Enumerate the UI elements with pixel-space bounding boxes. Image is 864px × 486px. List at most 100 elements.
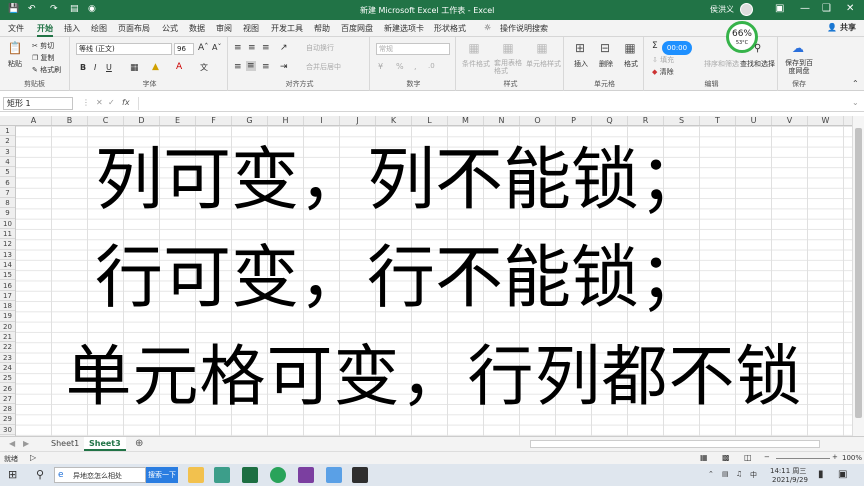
currency-icon[interactable]: ¥ xyxy=(378,62,383,71)
align-middle-icon[interactable]: ≡ xyxy=(248,43,256,53)
search-icon[interactable]: ⚲ xyxy=(36,468,44,481)
minimize-icon[interactable]: — xyxy=(800,3,810,14)
font-size-select[interactable]: 96 xyxy=(174,43,194,55)
tab-formulas[interactable]: 公式 xyxy=(162,23,178,34)
align-left-icon[interactable]: ≡ xyxy=(234,62,242,72)
zoom-slider[interactable] xyxy=(776,458,830,459)
text-line-2[interactable]: 行可变，行不能锁； xyxy=(16,244,786,314)
cell-styles-button[interactable]: 单元格样式 xyxy=(526,59,561,69)
col-header[interactable]: A xyxy=(16,116,52,125)
tab-insert[interactable]: 插入 xyxy=(64,23,80,34)
taskbar-search-button[interactable]: 搜索一下 xyxy=(146,467,178,483)
action-center-icon[interactable]: ▣ xyxy=(838,469,847,480)
row-header[interactable]: 13 xyxy=(0,250,15,260)
align-bottom-icon[interactable]: ≡ xyxy=(262,43,270,53)
timer-badge[interactable]: 00:00 xyxy=(662,41,692,55)
insert-cells-button[interactable]: 插入 xyxy=(574,59,588,69)
wechat-icon[interactable] xyxy=(270,467,286,483)
col-header[interactable]: J xyxy=(340,116,376,125)
tab-view[interactable]: 视图 xyxy=(243,23,259,34)
row-header[interactable]: 12 xyxy=(0,239,15,250)
row-header[interactable]: 24 xyxy=(0,363,15,374)
windows-start-icon[interactable]: ⊞ xyxy=(8,468,17,481)
enter-icon[interactable]: ✓ xyxy=(108,98,115,107)
row-header[interactable]: 2 xyxy=(0,136,15,147)
cell-grid[interactable]: 列可变，列不能锁； 行可变，行不能锁； 单元格可变，行列都不锁 xyxy=(16,126,852,436)
col-header[interactable]: S xyxy=(664,116,700,125)
vertical-scrollbar[interactable] xyxy=(852,116,864,436)
camera-icon[interactable]: ◉ xyxy=(88,4,96,14)
scroll-thumb[interactable] xyxy=(855,128,862,418)
row-header[interactable]: 6 xyxy=(0,178,15,188)
tab-developer[interactable]: 开发工具 xyxy=(271,23,303,34)
col-header[interactable]: I xyxy=(304,116,340,125)
row-header[interactable]: 21 xyxy=(0,332,15,343)
underline-button[interactable]: U xyxy=(106,63,112,72)
save-baidu-button[interactable]: 保存到百度网盘 xyxy=(784,59,814,75)
col-header[interactable]: T xyxy=(700,116,736,125)
col-header[interactable]: V xyxy=(772,116,808,125)
collapse-ribbon-icon[interactable]: ⌃ xyxy=(852,79,859,88)
sheet-tab-sheet3[interactable]: Sheet3 xyxy=(84,437,126,451)
col-header[interactable]: G xyxy=(232,116,268,125)
tab-baidu[interactable]: 百度网盘 xyxy=(341,23,373,34)
file-explorer-icon[interactable] xyxy=(188,467,204,483)
col-header[interactable]: L xyxy=(412,116,448,125)
add-sheet-icon[interactable]: ⊕ xyxy=(130,437,148,451)
percent-icon[interactable]: % xyxy=(396,62,404,71)
user-name[interactable]: 侯洪义 xyxy=(710,4,734,15)
ribbon-display-icon[interactable]: ▣ xyxy=(775,3,784,14)
col-header[interactable]: D xyxy=(124,116,160,125)
fx-button[interactable]: fx xyxy=(122,98,130,107)
col-header[interactable]: U xyxy=(736,116,772,125)
row-header[interactable]: 26 xyxy=(0,384,15,394)
format-painter-button[interactable]: ✎ 格式刷 xyxy=(32,65,61,75)
delete-cells-button[interactable]: 删除 xyxy=(599,59,613,69)
font-name-select[interactable]: 等线 (正文) xyxy=(76,43,172,55)
row-header[interactable]: 14 xyxy=(0,260,15,271)
row-header[interactable]: 1 xyxy=(0,126,15,137)
taskbar-search-box[interactable]: e 异地恋怎么相处 xyxy=(54,467,146,483)
close-icon[interactable]: ✕ xyxy=(846,3,854,14)
number-format-select[interactable]: 常规 xyxy=(376,43,450,55)
page-break-view-icon[interactable]: ◫ xyxy=(744,453,752,462)
fill-color-icon[interactable]: ▲ xyxy=(152,62,159,72)
cancel-icon[interactable]: ✕ xyxy=(96,98,103,107)
row-header[interactable]: 16 xyxy=(0,281,15,291)
share-button[interactable]: 👤 共享 xyxy=(827,22,856,33)
row-header[interactable]: 18 xyxy=(0,301,15,312)
zoom-out-icon[interactable]: − xyxy=(764,453,770,461)
row-header[interactable]: 29 xyxy=(0,414,15,425)
sheet-tab-sheet1[interactable]: Sheet1 xyxy=(46,437,84,451)
align-center-icon[interactable]: ≡ xyxy=(246,61,256,71)
row-header[interactable]: 19 xyxy=(0,311,15,322)
grow-font-icon[interactable]: Aˆ xyxy=(198,43,209,53)
row-header[interactable]: 4 xyxy=(0,157,15,168)
tell-me-search[interactable]: 操作说明搜索 xyxy=(500,23,548,34)
tab-help[interactable]: 帮助 xyxy=(314,23,330,34)
col-header[interactable]: E xyxy=(160,116,196,125)
text-line-1[interactable]: 列可变，列不能锁； xyxy=(16,146,786,216)
tab-home[interactable]: 开始 xyxy=(37,23,53,37)
zoom-level[interactable]: 100% xyxy=(842,454,862,462)
tab-new[interactable]: 新建选项卡 xyxy=(384,23,424,34)
row-header[interactable]: 20 xyxy=(0,322,15,332)
col-header[interactable]: P xyxy=(556,116,592,125)
name-box[interactable]: 矩形 1 xyxy=(3,97,73,110)
row-header[interactable]: 28 xyxy=(0,404,15,415)
col-header[interactable]: F xyxy=(196,116,232,125)
row-header[interactable]: 11 xyxy=(0,229,15,240)
row-header[interactable]: 8 xyxy=(0,198,15,209)
zoom-in-icon[interactable]: + xyxy=(832,453,838,461)
row-header[interactable]: 5 xyxy=(0,167,15,178)
pycharm-icon[interactable] xyxy=(352,467,368,483)
col-header[interactable]: M xyxy=(448,116,484,125)
phonetic-icon[interactable]: 文 xyxy=(200,62,208,73)
col-header[interactable]: H xyxy=(268,116,304,125)
tab-page-layout[interactable]: 页面布局 xyxy=(118,23,150,34)
onenote-icon[interactable] xyxy=(298,467,314,483)
avatar[interactable] xyxy=(740,3,753,16)
page-layout-view-icon[interactable]: ▩ xyxy=(722,453,730,462)
col-header[interactable]: B xyxy=(52,116,88,125)
row-header[interactable]: 10 xyxy=(0,219,15,229)
